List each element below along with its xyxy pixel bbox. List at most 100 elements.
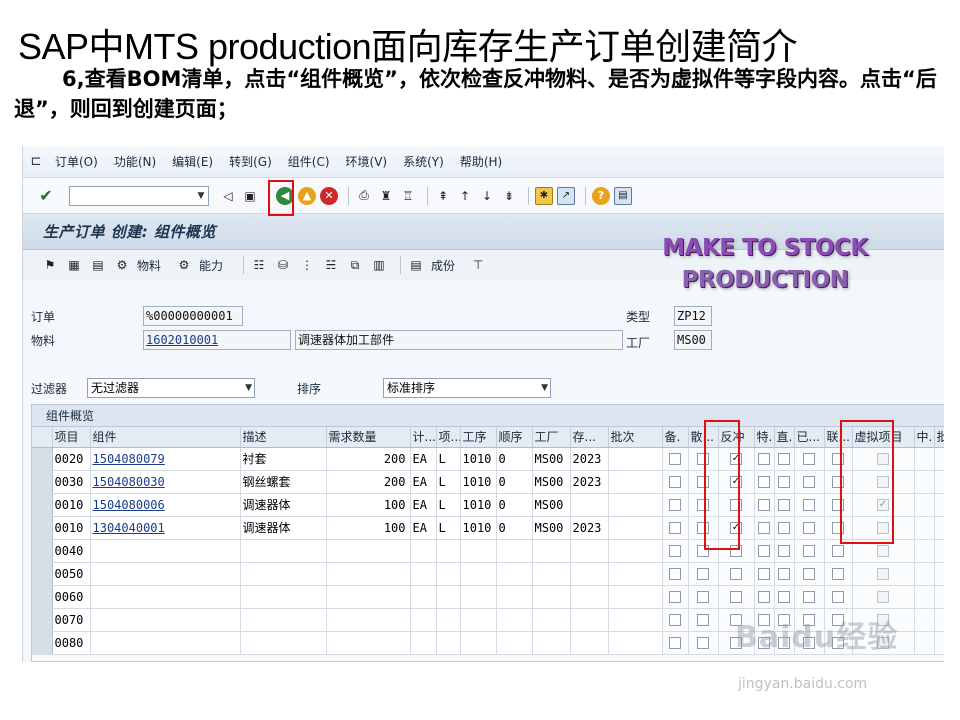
cell-sloc[interactable]: 2023	[570, 470, 609, 494]
cell-desc[interactable]	[240, 585, 327, 609]
order-field[interactable]: %00000000001	[143, 306, 243, 326]
cell-unit[interactable]	[410, 608, 437, 632]
cell-qty[interactable]	[326, 631, 411, 655]
row-selector-header[interactable]	[32, 427, 53, 448]
backflush-checkbox[interactable]	[730, 591, 742, 603]
cell-cat[interactable]: L	[436, 447, 461, 471]
cell-batch[interactable]	[608, 585, 663, 609]
cell-desc[interactable]: 调速器体	[240, 493, 327, 517]
menu-help[interactable]: 帮助(H)	[460, 153, 502, 170]
column-header[interactable]: 存...	[570, 427, 609, 448]
cell-qty[interactable]: 200	[326, 447, 411, 471]
cell-seq[interactable]	[496, 539, 533, 563]
phantom-checkbox[interactable]	[877, 568, 889, 580]
bulk-checkbox[interactable]	[697, 568, 709, 580]
reserved-checkbox[interactable]	[669, 545, 681, 557]
costing-button[interactable]: 成份	[431, 257, 455, 274]
cell-component[interactable]: 1504080079	[90, 447, 241, 471]
menu-icon[interactable]: ⊏	[27, 154, 45, 169]
command-field[interactable]: ▼	[69, 185, 209, 206]
cell-batch[interactable]	[608, 447, 663, 471]
special-checkbox[interactable]	[758, 522, 770, 534]
done-checkbox[interactable]	[803, 453, 815, 465]
cell-batch[interactable]	[608, 539, 663, 563]
cell-cat[interactable]	[436, 562, 461, 586]
cell-unit[interactable]	[410, 562, 437, 586]
cancel-icon[interactable]: ✕	[320, 186, 338, 205]
cell-unit[interactable]: EA	[410, 447, 437, 471]
cell-qty[interactable]	[326, 608, 411, 632]
cell-sloc[interactable]: 2023	[570, 447, 609, 471]
print-icon[interactable]: ⎙	[355, 187, 373, 205]
row-selector[interactable]	[32, 539, 53, 563]
cell-plant[interactable]: MS00	[532, 493, 571, 517]
reserved-checkbox[interactable]	[669, 453, 681, 465]
cell-batch[interactable]	[608, 631, 663, 655]
direct-checkbox[interactable]	[778, 453, 790, 465]
done-checkbox[interactable]	[803, 545, 815, 557]
menu-environment[interactable]: 环境(V)	[346, 153, 388, 170]
cell-unit[interactable]: EA	[410, 470, 437, 494]
cell-desc[interactable]	[240, 539, 327, 563]
cell-batch[interactable]	[608, 608, 663, 632]
special-checkbox[interactable]	[758, 568, 770, 580]
materials-icon[interactable]: ⚙	[113, 256, 131, 274]
help-icon[interactable]: ?	[592, 186, 610, 205]
flag-icon[interactable]: ⚑	[41, 256, 59, 274]
save-icon[interactable]: ▣	[241, 187, 259, 205]
table-row[interactable]: 0020 1504080079 衬套 200 EA L 1010 0 MS00 2023	[32, 447, 944, 471]
cell-cat[interactable]	[436, 631, 461, 655]
row-selector[interactable]	[32, 470, 53, 494]
cell-op[interactable]: 1010	[460, 516, 497, 540]
cell-item[interactable]: 0080	[52, 631, 91, 655]
cell-component[interactable]	[90, 562, 241, 586]
done-checkbox[interactable]	[803, 499, 815, 511]
cell-component[interactable]	[90, 608, 241, 632]
cell-item[interactable]: 0040	[52, 539, 91, 563]
sequences-icon[interactable]: ⛁	[274, 256, 292, 274]
backflush-checkbox[interactable]	[730, 568, 742, 580]
column-header[interactable]: 项目	[52, 427, 91, 448]
document-icon[interactable]: ▥	[370, 256, 388, 274]
cell-plant[interactable]	[532, 631, 571, 655]
special-checkbox[interactable]	[758, 591, 770, 603]
done-checkbox[interactable]	[803, 591, 815, 603]
costing-icon[interactable]: ▤	[407, 256, 425, 274]
chevron-down-icon[interactable]: ▼	[194, 187, 208, 205]
cell-component[interactable]	[90, 539, 241, 563]
cell-qty[interactable]	[326, 585, 411, 609]
cell-desc[interactable]: 钢丝螺套	[240, 470, 327, 494]
reserved-checkbox[interactable]	[669, 568, 681, 580]
done-checkbox[interactable]	[803, 476, 815, 488]
cell-component[interactable]: 1504080030	[90, 470, 241, 494]
cell-sloc[interactable]	[570, 562, 609, 586]
material-field[interactable]: 1602010001	[143, 330, 291, 350]
cell-qty[interactable]: 200	[326, 470, 411, 494]
reserved-checkbox[interactable]	[669, 476, 681, 488]
copy-icon[interactable]: ⧉	[346, 256, 364, 274]
column-header[interactable]: 批.	[934, 427, 944, 448]
reserved-checkbox[interactable]	[669, 614, 681, 626]
cell-desc[interactable]: 调速器体	[240, 516, 327, 540]
cell-plant[interactable]: MS00	[532, 470, 571, 494]
cell-desc[interactable]	[240, 608, 327, 632]
table-row[interactable]: 0050	[32, 562, 944, 586]
find-icon[interactable]: ♜	[377, 187, 395, 205]
operations-icon[interactable]: ☷	[250, 256, 268, 274]
last-page-icon[interactable]: ⇟	[500, 187, 518, 205]
cell-batch[interactable]	[608, 493, 663, 517]
linked-checkbox[interactable]	[832, 545, 844, 557]
bulk-checkbox[interactable]	[697, 614, 709, 626]
cell-plant[interactable]: MS00	[532, 516, 571, 540]
direct-checkbox[interactable]	[778, 545, 790, 557]
cell-seq[interactable]	[496, 608, 533, 632]
cell-batch[interactable]	[608, 562, 663, 586]
plant-field[interactable]: MS00	[674, 330, 712, 350]
cell-item[interactable]: 0060	[52, 585, 91, 609]
table-row[interactable]: 0060	[32, 585, 944, 609]
tree-icon[interactable]: ⊤	[469, 256, 487, 274]
cell-seq[interactable]: 0	[496, 470, 533, 494]
row-selector[interactable]	[32, 447, 53, 471]
cell-unit[interactable]	[410, 585, 437, 609]
materials-button[interactable]: 物料	[137, 257, 161, 274]
